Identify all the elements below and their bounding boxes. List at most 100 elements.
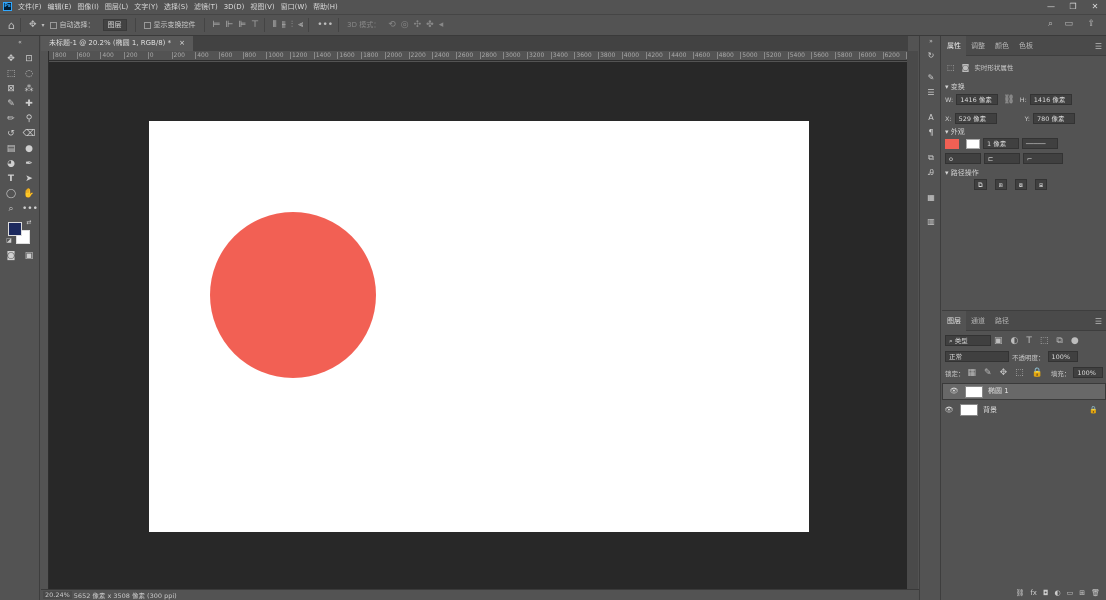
layer-row[interactable]: 👁 背景 🔒 [942,401,1106,418]
default-colors-icon[interactable]: ◪ [2,234,16,248]
document-tab[interactable]: 未标题-1 @ 20.2% (椭圆 1, RGB/8) * × [41,36,193,51]
brush-settings-icon[interactable]: ✎ [924,72,938,84]
tab-paths[interactable]: 路径 [990,316,1014,326]
combine-shapes-button[interactable]: ⧉ [974,179,987,190]
menu-select[interactable]: 选择(S) [164,2,188,12]
fill-field[interactable]: 100% [1073,367,1104,378]
tab-channels[interactable]: 通道 [966,316,990,326]
search-icon[interactable]: ⌕ [1048,19,1053,29]
menu-view[interactable]: 视图(V) [250,2,274,12]
eraser-tool-icon[interactable]: ⌫ [22,127,36,141]
gradients-icon[interactable]: ▥ [924,216,938,228]
menu-type[interactable]: 文字(Y) [134,2,158,12]
visibility-eye-icon[interactable]: 👁 [947,386,961,397]
type-tool-icon[interactable]: T [4,172,18,186]
menu-filter[interactable]: 滤镜(T) [194,2,218,12]
show-transform-checkbox[interactable] [143,21,151,29]
move-tool-icon[interactable]: ✥ [29,20,37,30]
artboard-tool-icon[interactable]: ⊡ [22,52,36,66]
delete-layer-icon[interactable]: 🗑 [1091,589,1100,597]
layer-row[interactable]: 👁 椭圆 1 [942,383,1106,400]
magic-wand-tool-icon[interactable]: ⁂ [22,82,36,96]
filter-shape-icon[interactable]: ⬚ [1040,336,1049,346]
tab-layers[interactable]: 图层 [942,310,966,331]
exclude-overlap-button[interactable]: ⧆ [1034,179,1048,190]
lasso-tool-icon[interactable]: ◌ [22,67,36,81]
clone-source-icon[interactable]: ⧉ [924,152,938,164]
y-field[interactable]: 780 像素 [1032,113,1075,124]
distribute-top-icon[interactable]: ⫷ [298,20,303,30]
stroke-color-swatch[interactable] [966,138,980,149]
auto-select-checkbox[interactable] [49,21,57,29]
history-icon[interactable]: ↻ [924,50,938,62]
filter-toggle-icon[interactable]: ● [1071,336,1079,346]
lock-transparent-icon[interactable]: ▦ [968,368,977,378]
link-layers-icon[interactable]: ⛓ [1015,589,1024,597]
layer-name[interactable]: 背景 [983,405,1089,415]
3d-orbit-icon[interactable]: ⟲ [388,20,396,30]
ellipse-tool-icon[interactable]: ◯ [4,187,18,201]
maximize-button[interactable]: ❐ [1062,0,1084,13]
healing-brush-tool-icon[interactable]: ✚ [22,97,36,111]
align-right-icon[interactable]: ⊫ [238,20,246,30]
vertical-scrollbar[interactable] [907,51,918,590]
menu-3d[interactable]: 3D(D) [224,3,245,11]
layer-filter-dropdown[interactable]: ⌕ 类型 [945,335,991,346]
adjustments-icon[interactable]: ☰ [924,87,938,99]
new-group-icon[interactable]: ▭ [1067,589,1074,597]
stroke-cap-dropdown[interactable]: ⊏ [984,153,1020,164]
menu-window[interactable]: 窗口(W) [281,2,307,12]
blend-mode-dropdown[interactable]: 正常 [945,351,1009,362]
paragraph-icon[interactable]: ¶ [924,127,938,139]
filter-pixel-icon[interactable]: ▣ [994,336,1003,346]
character-icon[interactable]: A [924,112,938,124]
3d-roll-icon[interactable]: ◎ [401,20,409,30]
intersect-shapes-button[interactable]: ⧇ [1014,179,1027,190]
tab-swatches[interactable]: 色板 [1014,41,1038,51]
align-left-icon[interactable]: ⊨ [213,20,221,30]
auto-select-dropdown[interactable]: 图层 [102,19,127,31]
layer-name[interactable]: 椭圆 1 [988,386,1101,397]
height-field[interactable]: 1416 像素 [1029,94,1072,105]
path-selection-tool-icon[interactable]: ➤ [22,172,36,186]
auto-select-option[interactable]: 自动选择： [49,20,95,30]
stroke-type-dropdown[interactable]: ───── [1022,138,1058,149]
clone-stamp-tool-icon[interactable]: ⚲ [22,112,36,126]
frame-tool-icon[interactable]: ⊠ [4,82,18,96]
move-tool-icon[interactable]: ✥ [4,52,18,66]
menu-image[interactable]: 图像(I) [77,2,99,12]
glyphs-icon[interactable]: Ꭿ [924,167,938,179]
lock-image-icon[interactable]: ✎ [984,368,992,378]
panel-menu-icon[interactable]: ☰ [1095,42,1102,51]
hand-tool-icon[interactable]: ✋ [22,187,36,201]
menu-edit[interactable]: 编辑(E) [48,2,72,12]
3d-pan-icon[interactable]: ✣ [414,20,422,30]
subtract-shape-button[interactable]: ⧈ [994,179,1007,190]
3d-scale-icon[interactable]: ◂ [439,20,444,30]
3d-slide-icon[interactable]: ✤ [426,20,434,30]
pen-tool-icon[interactable]: ✒ [22,157,36,171]
filter-adjustment-icon[interactable]: ◐ [1011,336,1019,346]
menu-file[interactable]: 文件(F) [18,2,42,12]
close-button[interactable]: ✕ [1084,0,1106,13]
distribute-center-icon[interactable]: ⫵ [282,20,286,30]
link-icon[interactable]: ⛓ [1003,95,1014,105]
collapse-toolbox-icon[interactable]: « [13,36,27,50]
filter-type-icon[interactable]: T [1026,336,1032,346]
eyedropper-tool-icon[interactable]: ✎ [4,97,18,111]
screen-mode-icon[interactable]: ▣ [22,249,36,263]
tab-color[interactable]: 颜色 [990,41,1014,51]
distribute-right-icon[interactable]: ⫶ [291,20,293,30]
lock-position-icon[interactable]: ✥ [1000,368,1008,378]
filter-smart-object-icon[interactable]: ⧉ [1056,336,1062,346]
tab-adjustments[interactable]: 调整 [966,41,990,51]
tab-properties[interactable]: 属性 [942,35,966,56]
gradient-tool-icon[interactable]: ▤ [4,142,18,156]
close-tab-icon[interactable]: × [179,36,185,51]
menu-help[interactable]: 帮助(H) [313,2,338,12]
show-transform-option[interactable]: 显示变换控件 [143,20,196,30]
panel-menu-icon[interactable]: ☰ [1095,317,1102,326]
menu-layer[interactable]: 图层(L) [105,2,128,12]
width-field[interactable]: 1416 像素 [956,94,999,105]
more-options-button[interactable]: ••• [317,20,333,30]
